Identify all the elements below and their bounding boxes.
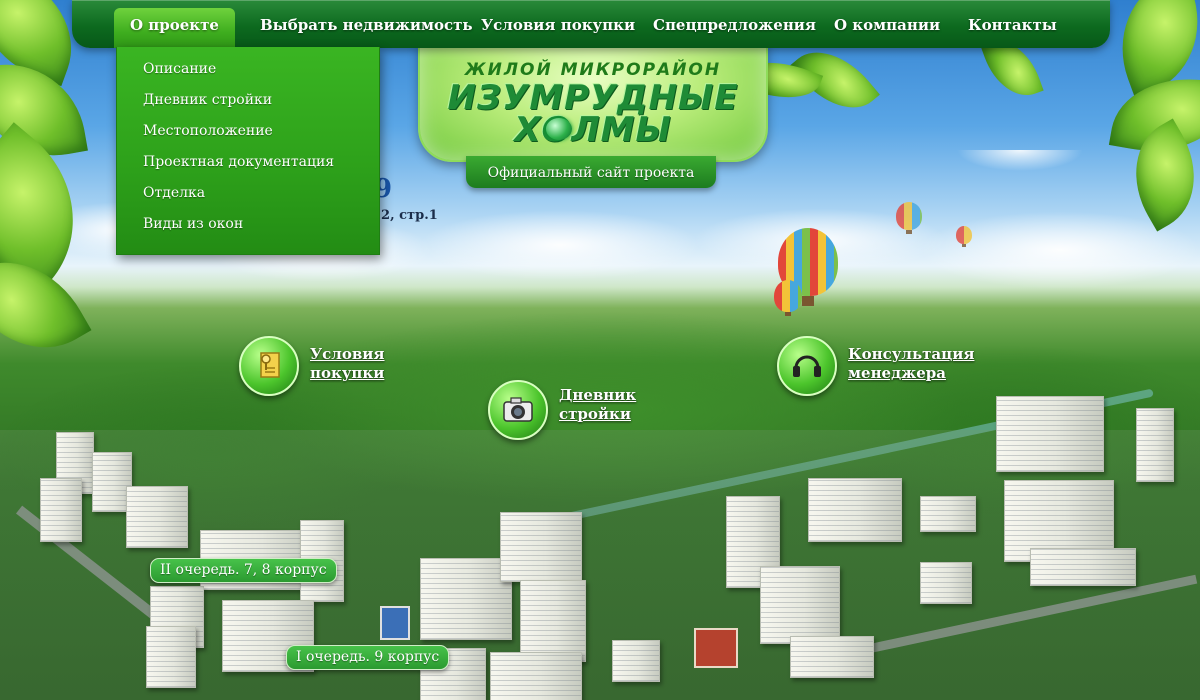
dropdown-item-window-views[interactable]: Виды из окон [143, 216, 243, 232]
building [126, 486, 188, 548]
nav-item-purchase-terms[interactable]: Условия покупки [481, 0, 635, 46]
map-tag-phase-2[interactable]: II очередь. 7, 8 корпус [150, 558, 337, 583]
logo-tagline: ЖИЛОЙ МИКРОРАЙОН [464, 60, 722, 80]
building [612, 640, 660, 682]
purchase-terms-link[interactable]: Условия покупки [310, 345, 385, 383]
camera-icon [503, 397, 533, 422]
building [500, 512, 582, 582]
nav-item-about-company[interactable]: О компании [834, 0, 940, 46]
building [760, 566, 840, 644]
purchase-terms-button[interactable] [239, 336, 299, 396]
nav-item-about-project[interactable]: О проекте [114, 8, 235, 48]
nav-item-contacts[interactable]: Контакты [968, 0, 1057, 46]
building [40, 478, 82, 542]
building [790, 636, 874, 678]
building [1030, 548, 1136, 586]
dropdown-item-description[interactable]: Описание [143, 61, 216, 77]
building [520, 580, 586, 662]
building [1136, 408, 1174, 482]
building [146, 626, 196, 688]
main-nav: О проекте Выбрать недвижимость Условия п… [72, 0, 1110, 48]
emerald-gem-icon [546, 118, 572, 140]
building [920, 562, 972, 604]
nav-item-choose-property[interactable]: Выбрать недвижимость [260, 0, 473, 46]
headset-icon [793, 355, 821, 377]
dropdown-item-project-docs[interactable]: Проектная документация [143, 154, 334, 170]
dropdown-item-finishing[interactable]: Отделка [143, 185, 205, 201]
logo-title: ИЗУМРУДНЫЕ ХОЛМЫ [420, 81, 766, 150]
key-document-icon [260, 352, 280, 378]
about-project-dropdown: Описание Дневник стройки Местоположение … [116, 47, 380, 255]
sports-court [694, 628, 738, 668]
nav-item-special-offers[interactable]: Спецпредложения [653, 0, 816, 46]
manager-consultation-button[interactable] [777, 336, 837, 396]
logo[interactable]: ЖИЛОЙ МИКРОРАЙОН ИЗУМРУДНЫЕ ХОЛМЫ [418, 42, 768, 162]
building [420, 558, 512, 640]
building [808, 478, 902, 542]
dropdown-item-construction-diary[interactable]: Дневник стройки [143, 92, 272, 108]
dropdown-item-location[interactable]: Местоположение [143, 123, 273, 139]
sports-court [380, 606, 410, 640]
map-tag-phase-1[interactable]: I очередь. 9 корпус [286, 645, 450, 670]
logo-title-line2: ХОЛМЫ [514, 110, 672, 150]
hot-air-balloon [956, 226, 972, 247]
address: 22, стр.1 [372, 208, 438, 223]
building [996, 396, 1104, 472]
hot-air-balloon [896, 202, 922, 234]
site-subtitle: Официальный сайт проекта [466, 156, 716, 188]
manager-consultation-link[interactable]: Консультация менеджера [848, 345, 974, 383]
building [490, 652, 582, 700]
building [920, 496, 976, 532]
construction-diary-link[interactable]: Дневник стройки [559, 386, 636, 424]
hot-air-balloon [774, 280, 802, 317]
construction-diary-button[interactable] [488, 380, 548, 440]
